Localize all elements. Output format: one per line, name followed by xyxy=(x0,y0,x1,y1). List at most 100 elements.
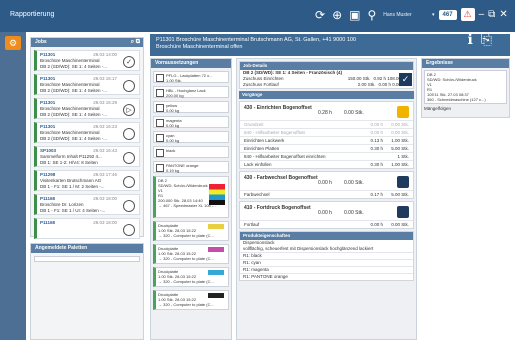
druck-l3: → 320 - Computer to plate (C... xyxy=(158,302,214,307)
vorr-item[interactable]: magenta 0.00 kg xyxy=(153,116,229,128)
druckplatte-card[interactable]: Druckplatte 1.00 Stk. 28.03 15:22 → 320 - … xyxy=(153,244,229,264)
vorr-print-card[interactable]: DB 2 SD/WD: Schön-/Widerdruck V1 R1 200.… xyxy=(153,176,229,218)
checkbox-icon[interactable] xyxy=(156,104,164,112)
vorgang-qty: 0.00 Stk. xyxy=(344,110,364,116)
sub-label: Grundzeit xyxy=(244,122,264,127)
restore-icon[interactable]: ⧉ xyxy=(488,9,495,20)
paletten-header: Angemeldete Paletten xyxy=(31,244,143,253)
play-button[interactable] xyxy=(397,176,409,188)
machine-count-badge[interactable]: 467 xyxy=(438,9,457,20)
job-status-icon[interactable] xyxy=(123,176,135,188)
vorr-item[interactable]: PANTONE orange 0.19 kg xyxy=(153,161,229,173)
pause-button[interactable] xyxy=(397,106,409,118)
sub-hours: 0.13 h xyxy=(370,138,383,143)
sub-hours: 0.00 h xyxy=(370,222,383,227)
erg-l5: 360 - Schneidmaschine (127 c...) xyxy=(427,97,486,102)
checkbox-icon[interactable] xyxy=(156,134,164,142)
job-card[interactable]: P11298 28.03 17:46 Visitenkarten Brutschma… xyxy=(34,170,140,191)
job-card[interactable]: P11301 28.03 16:23 Broschüre Maschinenterm… xyxy=(34,122,140,143)
job-details-header: Job-Details xyxy=(240,62,413,70)
title-bar: Rapportierung ⟳ ⊕ ▣ ⚲ Hans Muster ▾ 467 … xyxy=(0,0,515,32)
checkbox-icon[interactable] xyxy=(156,89,164,97)
play-button[interactable] xyxy=(397,206,409,218)
user-icon[interactable]: ⚲ xyxy=(367,8,376,22)
druck-list: Druckplatte 1.00 Stk. 28.03 15:22 → 320 - … xyxy=(151,221,231,310)
vorgang-title-row: 430 - Farbwechsel Bogenoffset 0.00 h 0.00 … xyxy=(240,172,413,190)
job-status-icon[interactable] xyxy=(123,200,135,212)
checkbox-icon[interactable] xyxy=(156,149,164,157)
druck-l3: → 320 - Computer to plate (C... xyxy=(158,279,214,284)
checkbox-icon[interactable] xyxy=(156,74,164,82)
job-status-icon[interactable]: ▷ xyxy=(123,104,135,116)
dropdown-icon[interactable]: ▾ xyxy=(432,12,435,18)
job-date: 28.03 17:46 xyxy=(93,172,117,177)
druckplatte-card[interactable]: Druckplatte 1.00 Stk. 28.03 15:22 → 320 - … xyxy=(153,290,229,310)
prod-row: R1: PANTONE orange xyxy=(240,273,413,280)
sub-label: Fortlauf xyxy=(244,222,260,227)
color-bar-icon xyxy=(208,270,224,275)
ergebnisse-header: Ergebnisse xyxy=(422,59,509,68)
checkbox-icon[interactable] xyxy=(156,164,164,172)
druck-l3: → 320 - Computer to plate (C... xyxy=(158,233,214,238)
job-card[interactable]: P11301 28.03 14:00 Broschüre Maschinenterm… xyxy=(34,50,140,71)
report-icon[interactable]: ▣ xyxy=(349,8,360,22)
job-status-icon[interactable]: ✓ xyxy=(123,56,135,68)
job-status-icon[interactable] xyxy=(123,128,135,140)
druckplatte-card[interactable]: Druckplatte 1.00 Stk. 28.03 15:22 → 320 - … xyxy=(153,221,229,241)
alert-icon[interactable]: ⚠ xyxy=(460,8,475,21)
job-line2: DB 1 - F1: SE 1 / UI: 4 Seiten -... xyxy=(40,208,106,213)
sub-label: Farbwechsel xyxy=(244,192,270,197)
home-icon[interactable]: ⚙ xyxy=(5,36,21,50)
job-date: 28.03 15:29 xyxy=(93,100,117,105)
sub-label: 840 - Hilfsarbeiter Bogenoffset xyxy=(244,130,305,135)
vorgang-sub-row: Einrichten Platten 0.30 h 5.00 Stk. xyxy=(240,144,413,152)
prod-header: Produkteigenschaften xyxy=(240,232,413,240)
druckplatte-card[interactable]: Druckplatte 1.00 Stk. 28.03 15:22 → 320 - … xyxy=(153,267,229,287)
close-icon[interactable]: ✕ xyxy=(499,9,507,20)
job-status-icon[interactable] xyxy=(123,224,135,236)
vorgang-sub-row: Fortlauf 0.00 h 0.00 Stk. xyxy=(240,220,413,228)
vorr-item[interactable]: cyan 0.00 kg xyxy=(153,131,229,143)
vorgang-card[interactable]: 410 - Fortdruck Bogenoffset 0.00 h 0.00 St… xyxy=(239,201,414,229)
confirm-button[interactable]: ✓ xyxy=(399,73,412,86)
checkbox-icon[interactable] xyxy=(156,119,164,127)
sub-hours: 0.30 h xyxy=(370,162,383,167)
job-header: P11301 Broschüre Maschinenterminal Bruts… xyxy=(150,32,510,56)
detail-row: Zuschuss Fortlauf 2.00 Stk. 0.00 h 0.00 St… xyxy=(240,82,413,88)
vorgang-sub-row: 840 - Hilfsarbeiter Bogenoffset 0.00 h 0.0… xyxy=(240,128,413,136)
job-card[interactable]: P11168 28.03 18:00 xyxy=(34,218,140,239)
minimize-icon[interactable]: – xyxy=(479,9,485,20)
vorgang-title-row: 410 - Fortdruck Bogenoffset 0.00 h 0.00 St… xyxy=(240,202,413,220)
maengelfolgen-label: Mängelfolgen xyxy=(424,106,452,111)
color-bar-icon xyxy=(208,293,224,298)
vorgang-sub-row: Lack einfüllen 0.30 h 1.00 Stk. xyxy=(240,160,413,168)
vorr-item[interactable]: HBL - Hochglanz Lack 200.00 kg xyxy=(153,86,229,98)
info-icon[interactable]: ℹ⎘ xyxy=(467,32,500,46)
job-card[interactable]: P11301 28.03 15:29 Broschüre Maschinenterm… xyxy=(34,98,140,119)
job-line2: DB 2 (SD/WD): SE 1: 4 Seiten -... xyxy=(40,64,108,69)
paletten-input[interactable] xyxy=(34,256,140,262)
job-status-icon[interactable] xyxy=(123,80,135,92)
vorr-item[interactable]: PFLG - Lackplatten 72 x... 1.00 Stk. xyxy=(153,71,229,83)
vorr-item[interactable]: yellow 0.00 kg xyxy=(153,101,229,113)
vorgang-card[interactable]: 430 - Einrichten Bogenoffset 0.28 h 0.00 S… xyxy=(239,101,414,169)
druck-l3: → 320 - Computer to plate (C... xyxy=(158,256,214,261)
produkteigenschaften-section: Produkteigenschaften Dispersionslack vol… xyxy=(239,231,414,281)
job-card[interactable]: P11301 28.03 15:17 Broschüre Maschinenterm… xyxy=(34,74,140,95)
job-date: 28.03 16:23 xyxy=(93,124,117,129)
job-status-icon[interactable] xyxy=(123,152,135,164)
user-name: Hans Muster xyxy=(383,12,412,18)
job-card[interactable]: SP1003 28.03 16:43 Sammelform Inhalt P1129… xyxy=(34,146,140,167)
vorgang-card[interactable]: 430 - Farbwechsel Bogenoffset 0.00 h 0.00 … xyxy=(239,171,414,199)
color-bar-icon xyxy=(208,224,224,229)
refresh-icon[interactable]: ⟳ xyxy=(315,8,325,22)
ergebnisse-card[interactable]: DB 2 SD/WD: Schön-/Widerdruck V1 R1 105'… xyxy=(424,70,507,104)
sub-qty: 1.00 Stk. xyxy=(391,138,409,143)
sub-label: Einrichten Platten xyxy=(244,146,280,151)
target-icon[interactable]: ⊕ xyxy=(332,8,342,22)
app-title: Rapportierung xyxy=(10,11,55,18)
job-card[interactable]: P11168 28.03 18:00 Broschüre Dr. Lorizen DB… xyxy=(34,194,140,215)
vorr-item[interactable]: black xyxy=(153,146,229,158)
sub-hours: 0.00 h xyxy=(370,122,383,127)
search-icon[interactable]: ⌕ ⧉ xyxy=(131,38,140,47)
